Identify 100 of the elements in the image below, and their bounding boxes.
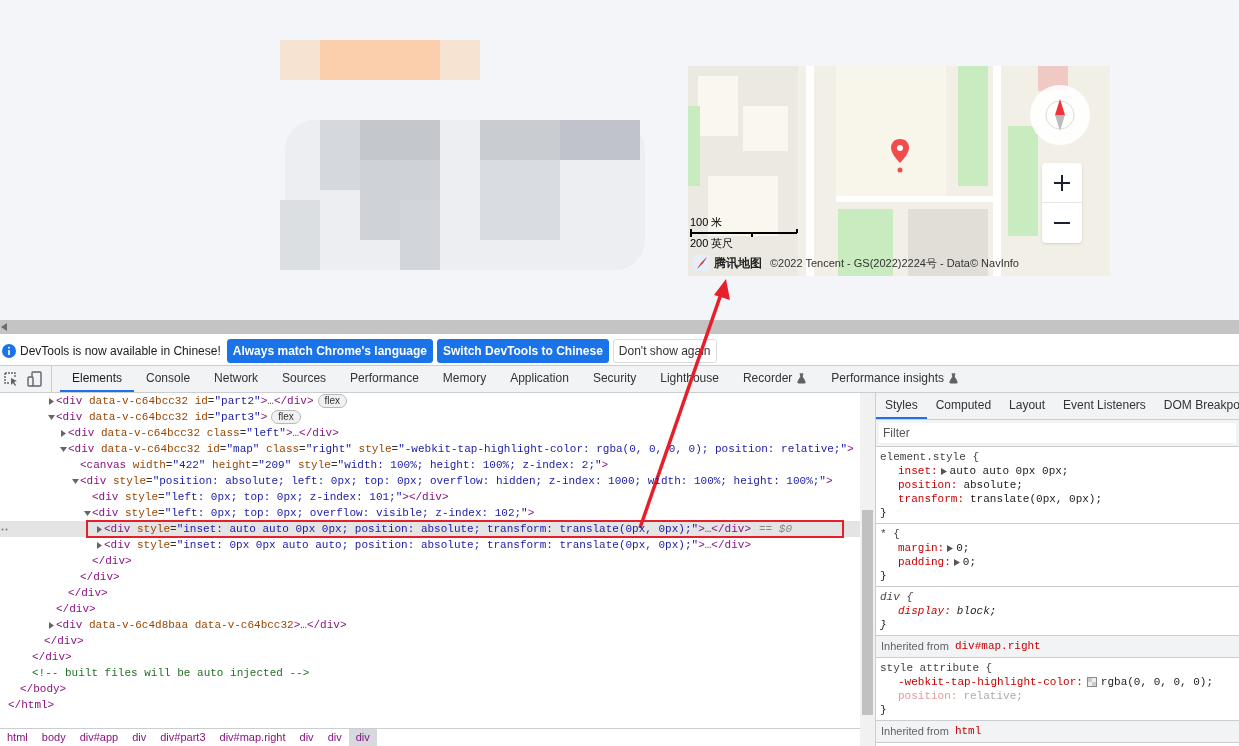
property-value[interactable]: block; — [956, 604, 997, 618]
dom-row[interactable]: <div style="left: 0px; top: 0px; z-index: 101;"></div> — [0, 489, 860, 505]
dom-node-line: <div style="inset: auto auto 0px 0px; position: absolute; transform: translate(0px, 0px);">…</div> — [104, 522, 751, 536]
device-toggle-icon[interactable] — [27, 371, 43, 387]
inspect-icon[interactable] — [3, 371, 19, 387]
expanded-triangle-icon[interactable] — [48, 413, 55, 421]
rule-close: } — [880, 506, 887, 520]
vertical-scrollbar[interactable] — [860, 393, 875, 746]
sidebar-tab[interactable]: Layout — [1000, 393, 1055, 419]
collapsed-triangle-icon[interactable] — [60, 429, 67, 437]
property-value[interactable]: 0; — [956, 541, 970, 555]
sidebar-tab[interactable]: DOM Breakpo — [1154, 393, 1239, 419]
collapsed-triangle-icon[interactable] — [96, 541, 103, 549]
panel-tab[interactable]: Memory — [430, 366, 499, 392]
expanded-triangle-icon[interactable] — [84, 509, 91, 517]
property-value[interactable]: 0; — [962, 555, 976, 569]
dom-row[interactable]: <canvas width="422" height="209" style="width: 100%; height: 100%; z-index: 2;"> — [0, 457, 860, 473]
inherited-source[interactable]: html — [954, 723, 982, 740]
property-name[interactable]: margin: — [898, 541, 945, 555]
dom-row[interactable]: <div data-v-c64bcc32 id="map" class="right" style="-webkit-tap-highlight-color: rgba(0, 0, 0, 0); position: relative;"> — [0, 441, 860, 457]
inherited-source[interactable]: div#map.right — [954, 638, 1041, 655]
dom-node-line: <div style="left: 0px; top: 0px; z-index: 101;"></div> — [92, 490, 449, 504]
rule-close: } — [880, 703, 887, 717]
dom-row[interactable]: </div> — [0, 553, 860, 569]
infobar-message: DevTools is now available in Chinese! — [20, 342, 221, 360]
dom-row[interactable]: <div data-v-c64bcc32 id="part2">…</div> flex — [0, 393, 860, 409]
property-value[interactable]: rgba(0, 0, 0, 0); — [1100, 675, 1214, 689]
sidebar-tab[interactable]: Computed — [926, 393, 1001, 419]
dom-row[interactable]: </div> — [0, 601, 860, 617]
map-brand: 腾讯地图 — [714, 255, 762, 272]
rule-selector: * { — [880, 527, 900, 541]
dom-node-line: <div data-v-c64bcc32 id="part3"> — [56, 410, 268, 424]
expanded-triangle-icon[interactable] — [60, 445, 67, 453]
collapsed-triangle-icon[interactable] — [48, 621, 55, 629]
layout-badge[interactable]: flex — [317, 394, 348, 408]
dom-node-line: <div data-v-c64bcc32 id="part2">…</div> — [56, 394, 314, 408]
dom-row[interactable]: <div data-v-c64bcc32 id="part3"> flex — [0, 409, 860, 425]
property-value[interactable]: auto auto 0px 0px; — [949, 464, 1069, 478]
compass-icon[interactable] — [1030, 85, 1090, 145]
panel-tab[interactable]: Elements — [60, 366, 135, 392]
scale-bar-icon — [690, 229, 798, 237]
breadcrumb[interactable]: div — [348, 729, 377, 746]
property-name[interactable]: transform: — [898, 492, 964, 506]
panel-tab[interactable]: Sources — [270, 366, 339, 392]
dom-row[interactable]: <div data-v-6c4d8baa data-v-c64bcc32>…</div> — [0, 617, 860, 633]
scrollbar-thumb[interactable] — [862, 510, 873, 715]
dom-node-line: <div style="left: 0px; top: 0px; overflow: visible; z-index: 102;"> — [92, 506, 535, 520]
expand-triangle-icon[interactable] — [940, 467, 947, 475]
panel-tab[interactable]: Console — [134, 366, 203, 392]
scale-label: 200 英尺 — [690, 237, 735, 250]
scroll-left-icon[interactable] — [1, 323, 7, 331]
dom-row[interactable]: </body> — [0, 681, 860, 697]
inherited-label: Inherited from — [881, 724, 949, 740]
dom-row[interactable]: </div> — [0, 585, 860, 601]
dom-row[interactable]: </div> — [0, 649, 860, 665]
panel-tab[interactable]: Application — [498, 366, 581, 392]
panel-tab[interactable]: Performance — [338, 366, 431, 392]
dom-row[interactable]: </div> — [0, 569, 860, 585]
layout-badge[interactable]: flex — [271, 410, 301, 424]
closing-tag: </div> — [68, 586, 108, 600]
panel-tab[interactable]: Network — [202, 366, 271, 392]
dom-row[interactable]: <div data-v-c64bcc32 class="left">…</div> — [0, 425, 860, 441]
filter-field[interactable]: Filter — [879, 423, 1236, 443]
infobar-button[interactable]: Switch DevTools to Chinese — [437, 338, 609, 363]
dom-node-line: <!-- built files will be auto injected --> — [32, 666, 310, 680]
closing-tag: </div> — [56, 602, 96, 616]
dom-row[interactable]: <!-- built files will be auto injected --> — [0, 665, 860, 681]
closing-tag: </div> — [80, 570, 120, 584]
property-name[interactable]: -webkit-tap-highlight-color: — [898, 675, 1083, 689]
minus-icon — [1054, 222, 1070, 224]
dom-row[interactable]: <div style="inset: auto auto 0px 0px; position: absolute; transform: translate(0px, 0px);">…</div> == $0 — [0, 521, 860, 537]
dom-node-line: <div data-v-6c4d8baa data-v-c64bcc32>…</div> — [56, 618, 347, 632]
logo-icon[interactable] — [694, 255, 710, 271]
closing-tag: </html> — [8, 698, 55, 712]
dom-row[interactable]: <div style="inset: 0px 0px auto auto; position: absolute; transform: translate(0px, 0px);">…</div> — [0, 537, 860, 553]
map[interactable]: 100 米 200 英尺 腾讯地图 ©2022 Tencent - GS(2022)2224号 - Data© NavInfo — [688, 66, 1110, 276]
collapsed-triangle-icon[interactable] — [96, 525, 103, 533]
dom-row[interactable]: <div style="left: 0px; top: 0px; overflow: visible; z-index: 102;"> — [0, 505, 860, 521]
map-copyright: ©2022 Tencent - GS(2022)2224号 - Data© NavInfo — [770, 255, 1019, 271]
pin-icon[interactable] — [891, 139, 909, 173]
color-swatch-icon[interactable] — [1086, 677, 1097, 687]
property-name[interactable]: display: — [898, 604, 951, 618]
panel-tab[interactable]: Security — [580, 366, 649, 392]
property-value[interactable]: translate(0px, 0px); — [970, 492, 1103, 506]
plus-icon — [1054, 174, 1070, 191]
property-name[interactable]: position: — [898, 478, 958, 492]
property-name[interactable]: inset: — [898, 464, 938, 478]
property-name[interactable]: padding: — [898, 555, 951, 569]
property-value[interactable]: absolute; — [963, 478, 1023, 492]
expanded-triangle-icon[interactable] — [72, 477, 79, 485]
dom-row[interactable]: </html> — [0, 697, 860, 713]
panel-tab[interactable]: Recorder — [730, 366, 820, 392]
sidebar-tab[interactable]: Event Listeners — [1054, 393, 1155, 419]
panel-tab[interactable]: Performance insights — [819, 366, 972, 392]
infobar-button[interactable]: Always match Chrome's language — [226, 338, 434, 363]
closing-tag: </div> — [92, 554, 132, 568]
horizontal-scrollbar[interactable] — [0, 320, 1239, 334]
collapsed-triangle-icon[interactable] — [48, 397, 55, 405]
more-icon[interactable] — [1, 528, 9, 531]
dom-row[interactable]: </div> — [0, 633, 860, 649]
